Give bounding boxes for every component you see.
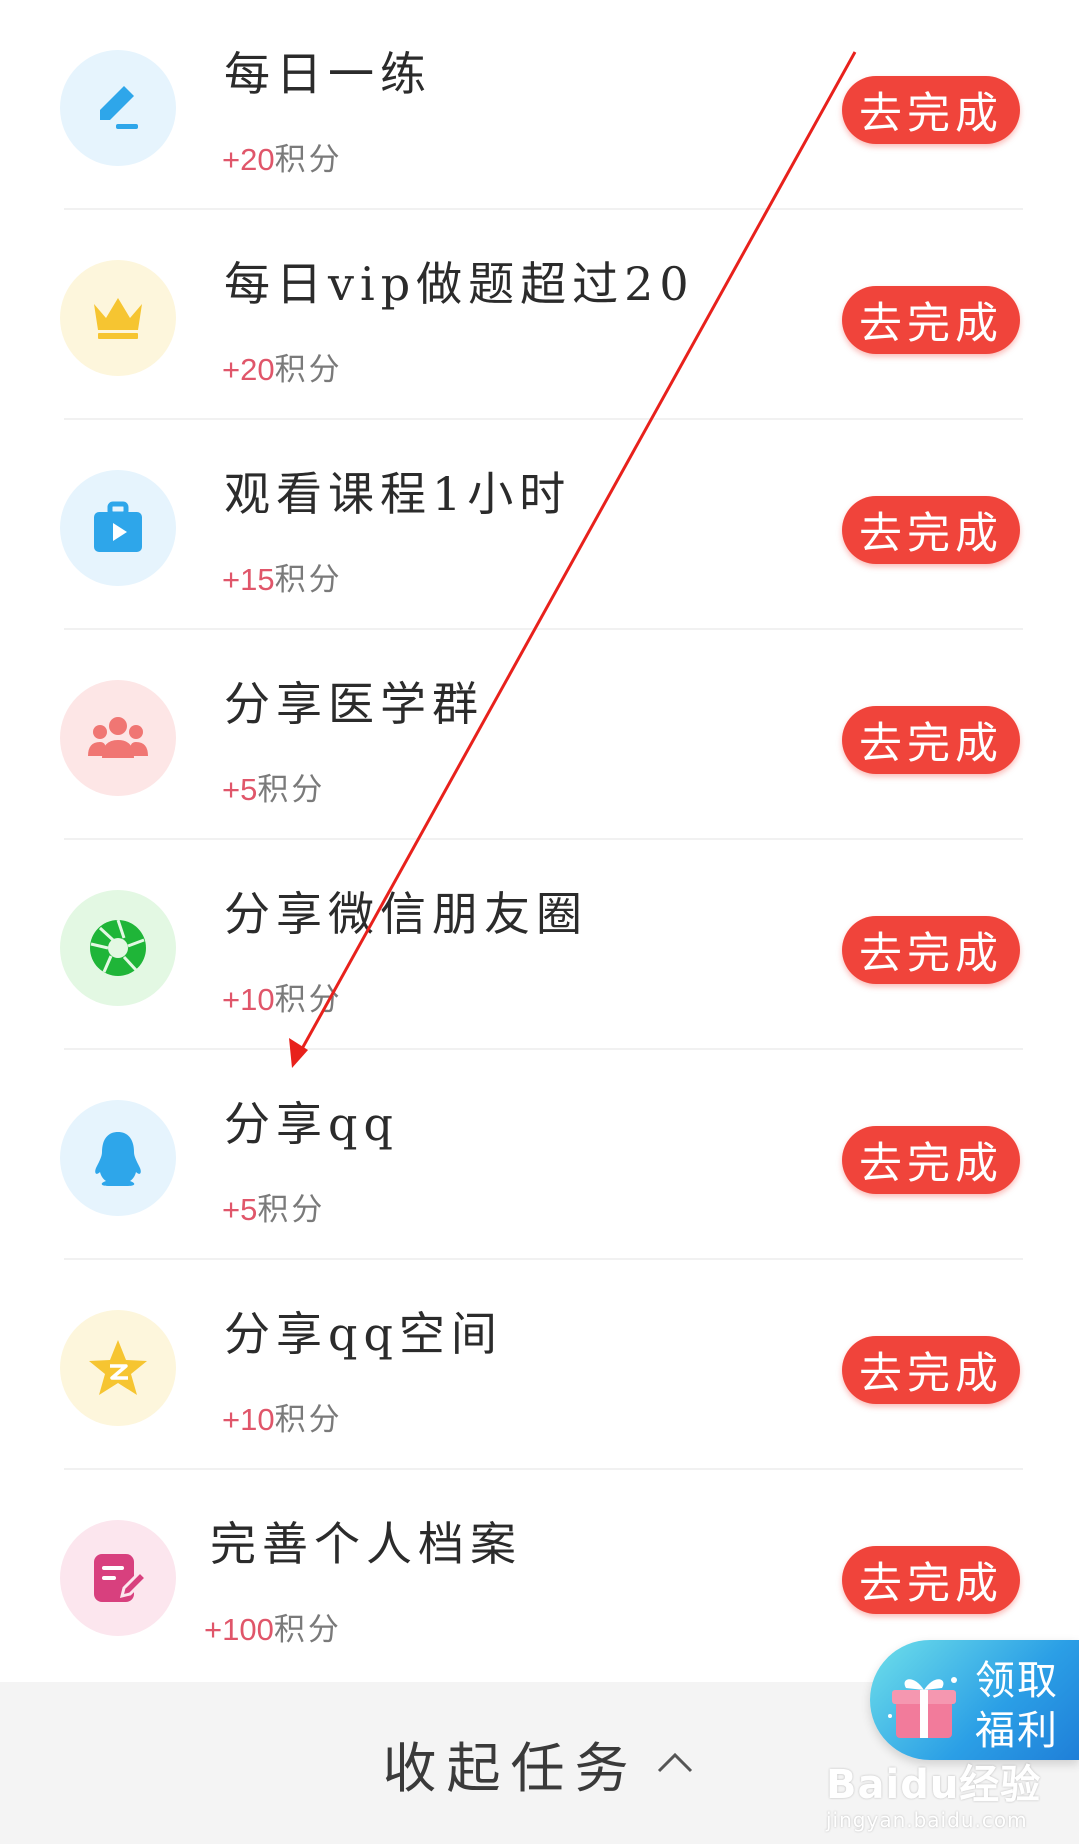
claim-welfare-button[interactable]: 领取 福利	[870, 1640, 1079, 1760]
go-complete-button[interactable]: 去完成	[842, 286, 1020, 354]
points-unit: 积分	[274, 1402, 343, 1438]
points-value: +20	[222, 142, 275, 177]
task-title: 分享微信朋友圈	[224, 887, 588, 941]
collapse-label: 收起任务	[382, 1736, 639, 1800]
task-points: +10积分	[222, 1394, 343, 1439]
task-title: 观看课程1小时	[224, 467, 572, 521]
points-unit: 积分	[273, 1612, 342, 1648]
go-complete-button[interactable]: 去完成	[842, 916, 1020, 984]
points-unit: 积分	[274, 142, 343, 178]
task-title: 分享qq空间	[224, 1307, 503, 1361]
go-complete-button[interactable]: 去完成	[842, 76, 1020, 144]
task-points: +100积分	[204, 1604, 342, 1649]
points-value: +100	[204, 1612, 274, 1647]
points-value: +10	[222, 1402, 275, 1437]
go-complete-button[interactable]: 去完成	[842, 1546, 1020, 1614]
qq-penguin-icon	[60, 1100, 176, 1216]
welfare-label-line2: 福利	[975, 1708, 1059, 1754]
profile-edit-icon	[60, 1520, 176, 1636]
task-row-watch-course: 观看课程1小时 +15积分 去完成	[0, 420, 1079, 630]
points-unit: 积分	[274, 562, 343, 598]
task-row-share-moments: 分享微信朋友圈 +10积分 去完成	[0, 840, 1079, 1050]
task-list: 每日一练 +20积分 去完成 每日vip做题超过20 +20积分 去完成 观看课…	[0, 0, 1079, 1680]
go-complete-button[interactable]: 去完成	[842, 1336, 1020, 1404]
crown-icon	[60, 260, 176, 376]
task-row-share-medical-group: 分享医学群 +5积分 去完成	[0, 630, 1079, 840]
task-title: 分享qq	[224, 1097, 399, 1151]
go-complete-button[interactable]: 去完成	[842, 706, 1020, 774]
task-points: +5积分	[222, 764, 325, 809]
points-unit: 积分	[274, 352, 343, 388]
points-unit: 积分	[257, 772, 326, 808]
task-title: 每日vip做题超过20	[224, 257, 695, 311]
points-value: +15	[222, 562, 275, 597]
points-unit: 积分	[257, 1192, 326, 1228]
moments-shutter-icon	[60, 890, 176, 1006]
go-complete-button[interactable]: 去完成	[842, 496, 1020, 564]
task-row-share-qq: 分享qq +5积分 去完成	[0, 1050, 1079, 1260]
task-points: +20积分	[222, 134, 343, 179]
task-row-daily-practice: 每日一练 +20积分 去完成	[0, 0, 1079, 210]
group-icon	[60, 680, 176, 796]
points-value: +5	[222, 1192, 258, 1227]
chevron-up-icon	[657, 1752, 692, 1773]
task-points: +15积分	[222, 554, 343, 599]
qzone-star-icon	[60, 1310, 176, 1426]
task-points: +10积分	[222, 974, 343, 1019]
task-row-daily-vip-questions: 每日vip做题超过20 +20积分 去完成	[0, 210, 1079, 420]
points-value: +20	[222, 352, 275, 387]
video-briefcase-icon	[60, 470, 176, 586]
task-title: 完善个人档案	[210, 1517, 522, 1571]
task-title: 每日一练	[224, 47, 432, 101]
gift-box-icon	[888, 1677, 957, 1738]
task-points: +5积分	[222, 1184, 325, 1229]
points-unit: 积分	[274, 982, 343, 1018]
pencil-icon	[60, 50, 176, 166]
task-points: +20积分	[222, 344, 343, 389]
points-value: +5	[222, 772, 258, 807]
task-title: 分享医学群	[224, 677, 484, 731]
task-center-page: 每日一练 +20积分 去完成 每日vip做题超过20 +20积分 去完成 观看课…	[0, 0, 1079, 1844]
points-value: +10	[222, 982, 275, 1017]
go-complete-button[interactable]: 去完成	[842, 1126, 1020, 1194]
task-row-share-qzone: 分享qq空间 +10积分 去完成	[0, 1260, 1079, 1470]
